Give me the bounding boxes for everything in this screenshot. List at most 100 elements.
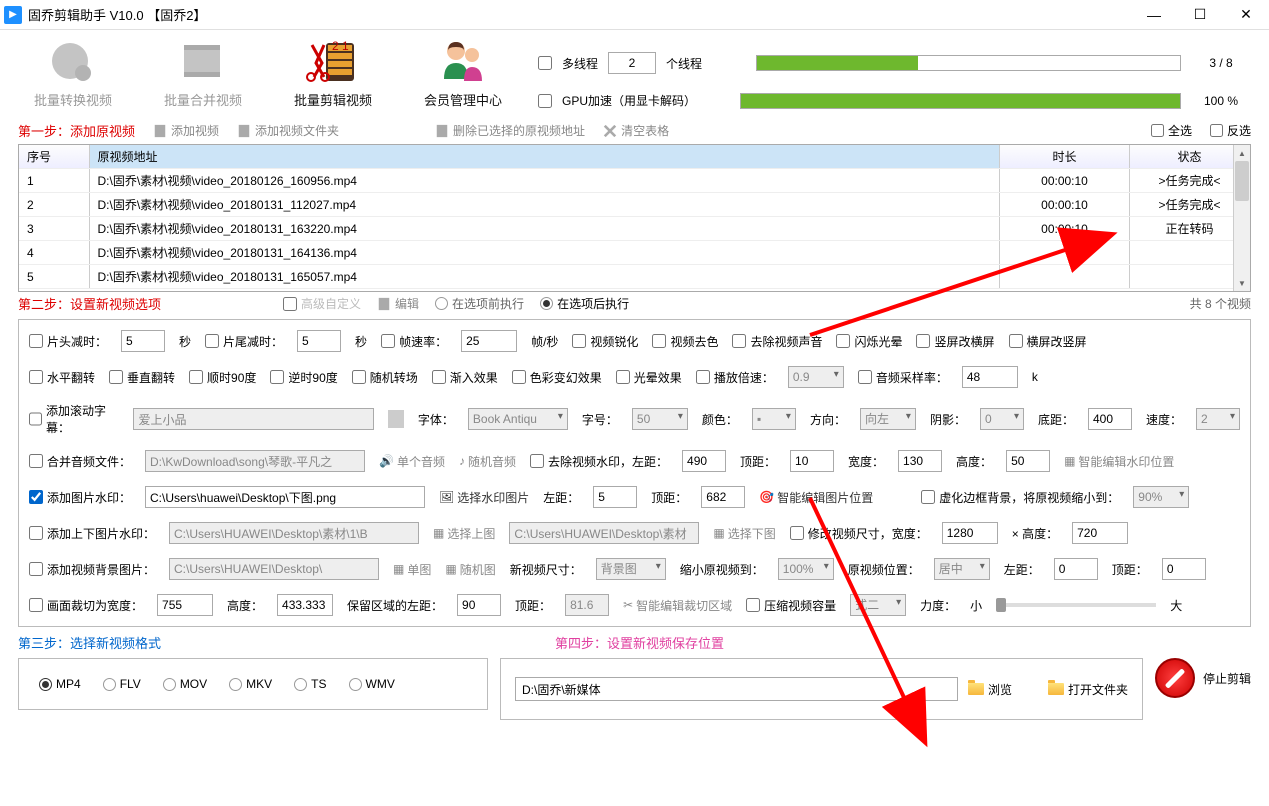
audio-rate-chk[interactable]: 音频采样率： <box>858 369 948 386</box>
leftm-input[interactable] <box>1054 558 1098 580</box>
shadow-select[interactable]: 0 <box>980 408 1024 430</box>
format-ts[interactable]: TS <box>294 677 326 691</box>
merge-audio-chk[interactable]: 合并音频文件： <box>29 453 131 470</box>
exec-after-radio[interactable]: 在选项后执行 <box>540 295 629 312</box>
col-dur[interactable]: 时长 <box>1000 145 1130 169</box>
exec-before-radio[interactable]: 在选项前执行 <box>435 295 524 312</box>
img-t-input[interactable] <box>701 486 745 508</box>
glow-chk[interactable]: 光晕效果 <box>616 369 682 386</box>
tb-path2-input[interactable] <box>509 522 699 544</box>
rand-img-btn[interactable]: ▦随机图 <box>445 561 495 578</box>
topm-input[interactable] <box>1162 558 1206 580</box>
clear-table-button[interactable]: 清空表格 <box>603 122 669 139</box>
maximize-button[interactable]: ☐ <box>1177 0 1223 30</box>
decolor-chk[interactable]: 视频去色 <box>652 333 718 350</box>
resize-chk[interactable]: 修改视频尺寸，宽度： <box>790 525 928 542</box>
compress-select[interactable]: 式二 <box>850 594 906 616</box>
hflip-chk[interactable]: 水平翻转 <box>29 369 95 386</box>
format-wmv[interactable]: WMV <box>349 677 395 691</box>
head-cut-input[interactable] <box>121 330 165 352</box>
rm-left-input[interactable] <box>682 450 726 472</box>
img-l-input[interactable] <box>593 486 637 508</box>
pick-img-btn[interactable]: 🖼选择水印图片 <box>439 489 529 506</box>
merge-audio-path[interactable] <box>145 450 365 472</box>
speed2-select[interactable]: 2 <box>1196 408 1240 430</box>
keep-t-input[interactable] <box>565 594 609 616</box>
speed-chk[interactable]: 播放倍速： <box>696 369 774 386</box>
rm-top-input[interactable] <box>790 450 834 472</box>
sharpen-chk[interactable]: 视频锐化 <box>572 333 638 350</box>
tool-batch-edit[interactable]: 2 1 批量剪辑视频 <box>278 36 388 109</box>
fps-chk[interactable]: 帧速率： <box>381 333 447 350</box>
bg-path-input[interactable] <box>169 558 379 580</box>
adv-custom-checkbox[interactable]: 高级自定义 <box>283 295 361 312</box>
vflip-chk[interactable]: 垂直翻转 <box>109 369 175 386</box>
crop-w-input[interactable] <box>157 594 213 616</box>
gpu-checkbox[interactable] <box>538 94 552 108</box>
open-folder-button[interactable]: 打开文件夹 <box>1048 681 1128 698</box>
bottom-input[interactable] <box>1088 408 1132 430</box>
threads-input[interactable] <box>608 52 656 74</box>
col-seq[interactable]: 序号 <box>19 145 89 169</box>
add-video-button[interactable]: 添加视频 <box>153 122 219 139</box>
tail-cut-chk[interactable]: 片尾减时： <box>205 333 283 350</box>
col-path[interactable]: 原视频地址 <box>89 145 1000 169</box>
force-slider[interactable] <box>996 603 1156 607</box>
table-row[interactable]: 5D:\固乔\素材\视频\video_20180131_165057.mp4 <box>19 265 1250 289</box>
crop-chk[interactable]: 画面裁切为宽度： <box>29 597 143 614</box>
ccw90-chk[interactable]: 逆时90度 <box>270 369 337 386</box>
col-stat[interactable]: 状态 <box>1130 145 1250 169</box>
stop-button[interactable]: 停止剪辑 <box>1155 658 1251 698</box>
dir-select[interactable]: 向左 <box>860 408 916 430</box>
tail-cut-input[interactable] <box>297 330 341 352</box>
shrink-select[interactable]: 100% <box>778 558 834 580</box>
edit-button[interactable]: 编辑 <box>377 295 419 312</box>
add-tb-wm-chk[interactable]: 添加上下图片水印： <box>29 525 155 542</box>
smart-pos-btn[interactable]: 🎯智能编辑图片位置 <box>759 489 873 506</box>
scroll-text-input[interactable] <box>133 408 374 430</box>
rs-w-input[interactable] <box>942 522 998 544</box>
scroll-thumb[interactable] <box>1235 161 1249 201</box>
single-img-btn[interactable]: ▦单图 <box>393 561 431 578</box>
table-row[interactable]: 1D:\固乔\素材\视频\video_20180126_160956.mp400… <box>19 169 1250 193</box>
fontsize-select[interactable]: 50 <box>632 408 688 430</box>
smart-wm-btn[interactable]: ▦智能编辑水印位置 <box>1064 453 1174 470</box>
cw90-chk[interactable]: 顺时90度 <box>189 369 256 386</box>
audio-rate-input[interactable] <box>962 366 1018 388</box>
tool-batch-convert[interactable]: 批量转换视频 <box>18 36 128 109</box>
speed-select[interactable]: 0.9 <box>788 366 844 388</box>
head-cut-chk[interactable]: 片头减时： <box>29 333 107 350</box>
tool-batch-merge[interactable]: 批量合并视频 <box>148 36 258 109</box>
format-mov[interactable]: MOV <box>163 677 207 691</box>
format-mkv[interactable]: MKV <box>229 677 272 691</box>
origpos-select[interactable]: 居中 <box>934 558 990 580</box>
fps-input[interactable] <box>461 330 517 352</box>
scroll-text-chk[interactable]: 添加滚动字幕： <box>29 402 119 436</box>
pick-top-btn[interactable]: ▦选择上图 <box>433 525 495 542</box>
rs-h-input[interactable] <box>1072 522 1128 544</box>
scroll-up-icon[interactable]: ▲ <box>1234 145 1250 161</box>
remove-selected-button[interactable]: 删除已选择的原视频地址 <box>435 122 585 139</box>
color-select[interactable]: ▪ <box>752 408 796 430</box>
smart-crop-btn[interactable]: ✂智能编辑裁切区域 <box>623 597 732 614</box>
format-flv[interactable]: FLV <box>103 677 141 691</box>
flash-chk[interactable]: 闪烁光晕 <box>836 333 902 350</box>
add-folder-button[interactable]: 添加视频文件夹 <box>237 122 339 139</box>
font-select[interactable]: Book Antiqu <box>468 408 568 430</box>
v2h-chk[interactable]: 竖屏改横屏 <box>916 333 994 350</box>
table-row[interactable]: 3D:\固乔\素材\视频\video_20180131_163220.mp400… <box>19 217 1250 241</box>
single-audio-btn[interactable]: 🔊单个音频 <box>379 453 445 470</box>
select-all-checkbox[interactable]: 全选 <box>1151 122 1192 139</box>
format-mp4[interactable]: MP4 <box>39 677 81 691</box>
blur-pct-select[interactable]: 90% <box>1133 486 1189 508</box>
blur-border-chk[interactable]: 虚化边框背景，将原视频缩小到： <box>921 489 1119 506</box>
pick-bottom-btn[interactable]: ▦选择下图 <box>713 525 775 542</box>
remove-wm-chk[interactable]: 去除视频水印，左距： <box>530 453 668 470</box>
multithread-checkbox[interactable] <box>538 56 552 70</box>
add-img-wm-chk[interactable]: 添加图片水印： <box>29 489 131 506</box>
scroll-down-icon[interactable]: ▼ <box>1234 275 1250 291</box>
table-row[interactable]: 2D:\固乔\素材\视频\video_20180131_112027.mp400… <box>19 193 1250 217</box>
newsize-select[interactable]: 背景图 <box>596 558 666 580</box>
minimize-button[interactable]: — <box>1131 0 1177 30</box>
table-row[interactable]: 4D:\固乔\素材\视频\video_20180131_164136.mp4 <box>19 241 1250 265</box>
